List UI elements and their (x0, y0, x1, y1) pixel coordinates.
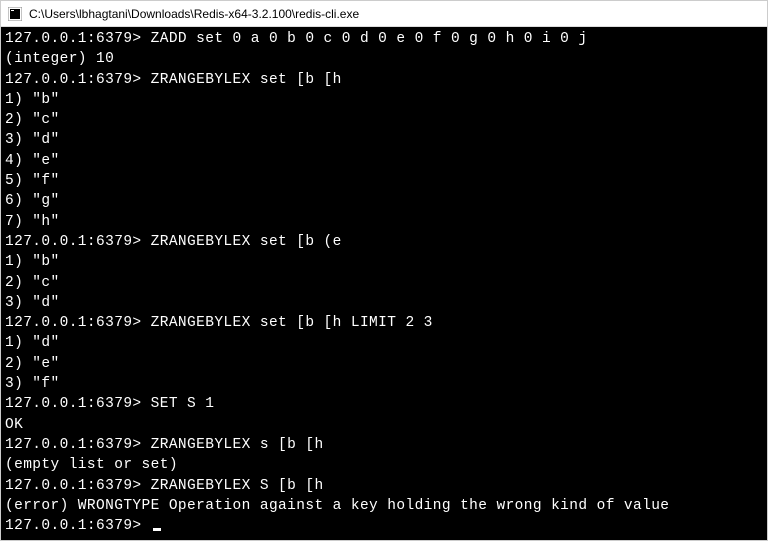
terminal-line: 1) "b" (5, 90, 763, 110)
terminal-line: 127.0.0.1:6379> (5, 516, 763, 536)
console-window: C:\Users\lbhagtani\Downloads\Redis-x64-3… (0, 0, 768, 541)
titlebar-path: C:\Users\lbhagtani\Downloads\Redis-x64-3… (29, 7, 359, 21)
terminal-line: 127.0.0.1:6379> ZRANGEBYLEX set [b [h LI… (5, 313, 763, 333)
cursor (153, 528, 161, 531)
terminal-line: 3) "d" (5, 130, 763, 150)
terminal-line: 5) "f" (5, 171, 763, 191)
terminal-output[interactable]: 127.0.0.1:6379> ZADD set 0 a 0 b 0 c 0 d… (1, 27, 767, 540)
terminal-line: 127.0.0.1:6379> ZADD set 0 a 0 b 0 c 0 d… (5, 29, 763, 49)
terminal-line: 2) "e" (5, 354, 763, 374)
terminal-line: (integer) 10 (5, 49, 763, 69)
terminal-line: 6) "g" (5, 191, 763, 211)
terminal-line: 127.0.0.1:6379> SET S 1 (5, 394, 763, 414)
terminal-line: 2) "c" (5, 110, 763, 130)
terminal-line: 7) "h" (5, 212, 763, 232)
terminal-line: 2) "c" (5, 273, 763, 293)
terminal-line: 127.0.0.1:6379> ZRANGEBYLEX s [b [h (5, 435, 763, 455)
terminal-line: 3) "d" (5, 293, 763, 313)
terminal-line: (empty list or set) (5, 455, 763, 475)
terminal-line: (error) WRONGTYPE Operation against a ke… (5, 496, 763, 516)
terminal-line: 127.0.0.1:6379> ZRANGEBYLEX set [b (e (5, 232, 763, 252)
terminal-line: 3) "f" (5, 374, 763, 394)
terminal-line: OK (5, 415, 763, 435)
terminal-line: 127.0.0.1:6379> ZRANGEBYLEX S [b [h (5, 476, 763, 496)
terminal-line: 4) "e" (5, 151, 763, 171)
app-icon (7, 6, 23, 22)
terminal-line: 127.0.0.1:6379> ZRANGEBYLEX set [b [h (5, 70, 763, 90)
terminal-line: 1) "b" (5, 252, 763, 272)
terminal-line: 1) "d" (5, 333, 763, 353)
titlebar[interactable]: C:\Users\lbhagtani\Downloads\Redis-x64-3… (1, 1, 767, 27)
